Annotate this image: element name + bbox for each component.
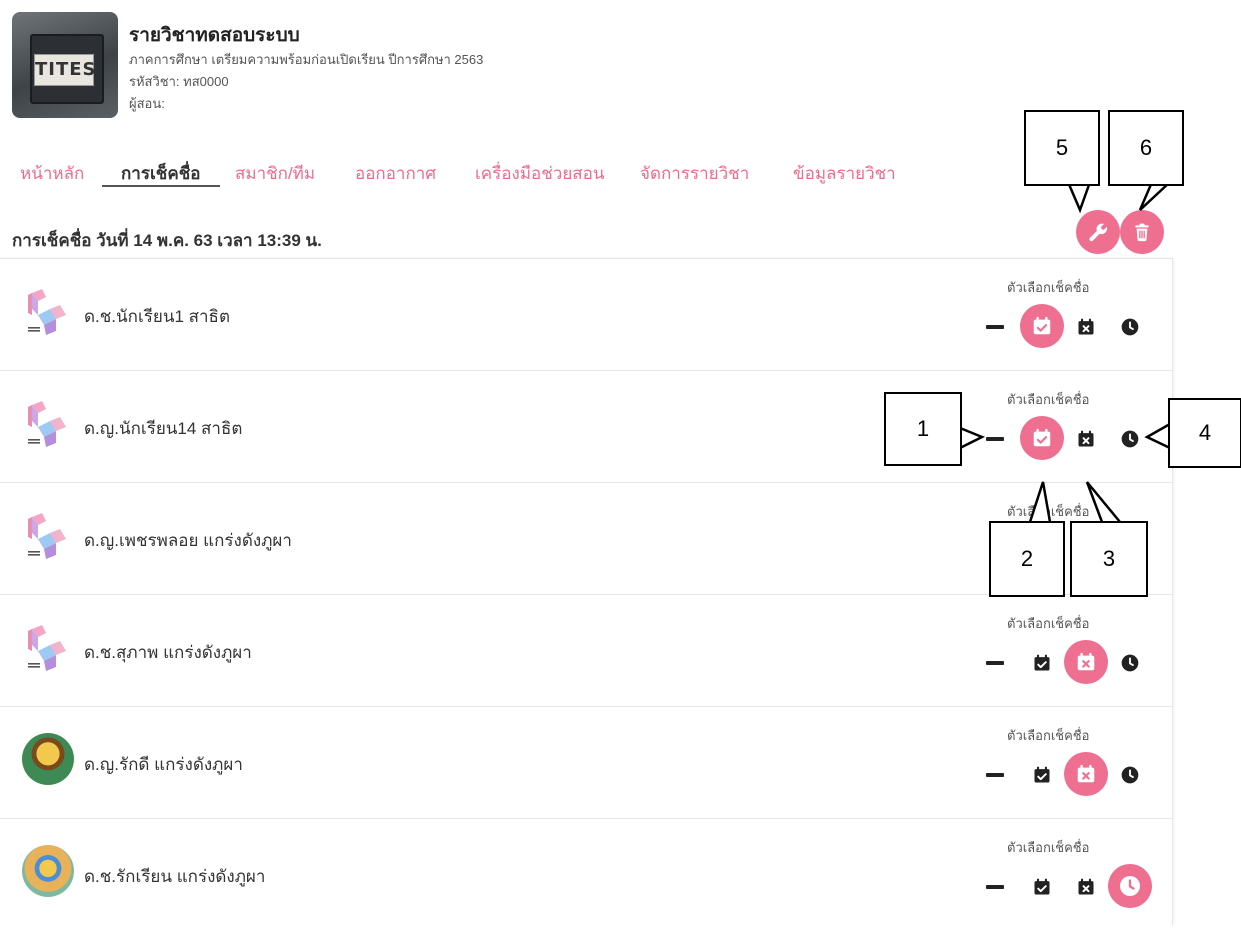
mark-late-button[interactable] bbox=[1112, 421, 1148, 457]
attendance-session-title: การเช็คชื่อ วันที่ 14 พ.ค. 63 เวลา 13:39… bbox=[12, 231, 322, 250]
student-name: ด.ญ.เพชรพลอย แกร่งดังภูผา bbox=[84, 531, 292, 550]
course-instructor: ผู้สอน: bbox=[129, 96, 165, 111]
clock-icon bbox=[1120, 653, 1140, 673]
callout-label: 1 bbox=[884, 392, 962, 466]
attendance-options-label: ตัวเลือกเช็คชื่อ bbox=[1007, 280, 1090, 295]
student-row: ด.ญ.นักเรียน14 สาธิต ตัวเลือกเช็คชื่อ bbox=[0, 371, 1172, 483]
student-name: ด.ช.สุภาพ แกร่งดังภูผา bbox=[84, 643, 252, 662]
mark-present-button[interactable] bbox=[1024, 757, 1060, 793]
thumbnail-logo: TITES bbox=[34, 54, 96, 86]
active-tab-underline bbox=[102, 185, 220, 187]
clock-icon bbox=[1120, 429, 1140, 449]
course-code: รหัสวิชา: ทส0000 bbox=[129, 74, 229, 89]
calendar-x-icon bbox=[1075, 651, 1097, 673]
mark-late-button[interactable] bbox=[1108, 864, 1152, 908]
mark-absent-button[interactable] bbox=[1064, 752, 1108, 796]
course-semester: ภาคการศึกษา เตรียมความพร้อมก่อนเปิดเรียน… bbox=[129, 52, 484, 67]
student-row: ด.ช.สุภาพ แกร่งดังภูผา ตัวเลือกเช็คชื่อ bbox=[0, 595, 1172, 707]
settings-button[interactable] bbox=[1076, 210, 1120, 254]
attendance-options-label: ตัวเลือกเช็คชื่อ bbox=[1007, 504, 1090, 519]
course-thumbnail: TITES bbox=[12, 12, 118, 118]
student-row: ด.ญ.รักดี แกร่งดังภูผา ตัวเลือกเช็คชื่อ bbox=[0, 707, 1172, 819]
callout-label: 6 bbox=[1108, 110, 1184, 186]
smart-school-logo-icon bbox=[22, 509, 74, 561]
clear-status-button[interactable] bbox=[977, 421, 1013, 457]
student-photo-avatar bbox=[22, 845, 74, 897]
calendar-x-icon bbox=[1076, 317, 1096, 337]
tab-manage-course[interactable]: จัดการรายวิชา bbox=[640, 160, 749, 187]
minus-icon bbox=[986, 773, 1004, 777]
calendar-check-icon bbox=[1031, 315, 1053, 337]
student-name: ด.ญ.รักดี แกร่งดังภูผา bbox=[84, 755, 243, 774]
clear-status-button[interactable] bbox=[977, 869, 1013, 905]
mark-absent-button[interactable] bbox=[1068, 309, 1104, 345]
calendar-check-icon bbox=[1032, 653, 1052, 673]
tab-broadcast[interactable]: ออกอากาศ bbox=[355, 160, 436, 187]
tab-course-info[interactable]: ข้อมูลรายวิชา bbox=[793, 160, 896, 187]
smart-school-logo-icon bbox=[22, 285, 74, 337]
callout-label: 5 bbox=[1024, 110, 1100, 186]
clock-icon bbox=[1118, 874, 1142, 898]
student-name: ด.ช.นักเรียน1 สาธิต bbox=[84, 307, 230, 326]
mark-late-button[interactable] bbox=[1112, 645, 1148, 681]
calendar-x-icon bbox=[1076, 877, 1096, 897]
attendance-options-label: ตัวเลือกเช็คชื่อ bbox=[1007, 616, 1090, 631]
clear-status-button[interactable] bbox=[977, 309, 1013, 345]
tab-home[interactable]: หน้าหลัก bbox=[20, 160, 84, 187]
callout-label: 4 bbox=[1168, 398, 1241, 468]
attendance-options-label: ตัวเลือกเช็คชื่อ bbox=[1007, 840, 1090, 855]
smart-school-logo-icon bbox=[22, 621, 74, 673]
tab-members[interactable]: สมาชิก/ทีม bbox=[235, 160, 315, 187]
delete-button[interactable] bbox=[1120, 210, 1164, 254]
student-row: ด.ช.รักเรียน แกร่งดังภูผา ตัวเลือกเช็คชื… bbox=[0, 819, 1172, 930]
student-name: ด.ญ.นักเรียน14 สาธิต bbox=[84, 419, 243, 438]
mark-absent-button[interactable] bbox=[1064, 640, 1108, 684]
mark-present-button[interactable] bbox=[1024, 645, 1060, 681]
calendar-x-icon bbox=[1075, 763, 1097, 785]
mark-present-button[interactable] bbox=[1020, 416, 1064, 460]
trash-icon bbox=[1135, 223, 1149, 242]
smart-school-logo-icon bbox=[22, 397, 74, 449]
mark-present-button[interactable] bbox=[1024, 869, 1060, 905]
mark-present-button[interactable] bbox=[1020, 304, 1064, 348]
mark-late-button[interactable] bbox=[1112, 757, 1148, 793]
wrench-icon bbox=[1089, 223, 1108, 242]
mark-absent-button[interactable] bbox=[1068, 421, 1104, 457]
student-row: ด.ช.นักเรียน1 สาธิต ตัวเลือกเช็คชื่อ bbox=[0, 259, 1172, 371]
student-photo-avatar bbox=[22, 733, 74, 785]
clear-status-button[interactable] bbox=[977, 757, 1013, 793]
minus-icon bbox=[986, 437, 1004, 441]
clock-icon bbox=[1120, 317, 1140, 337]
mark-absent-button[interactable] bbox=[1068, 869, 1104, 905]
clock-icon bbox=[1120, 765, 1140, 785]
tab-teaching-tools[interactable]: เครื่องมือช่วยสอน bbox=[475, 160, 605, 187]
attendance-options-label: ตัวเลือกเช็คชื่อ bbox=[1007, 392, 1090, 407]
mark-late-button[interactable] bbox=[1112, 309, 1148, 345]
minus-icon bbox=[986, 885, 1004, 889]
student-name: ด.ช.รักเรียน แกร่งดังภูผา bbox=[84, 867, 266, 886]
tab-attendance[interactable]: การเช็คชื่อ bbox=[121, 160, 200, 187]
calendar-check-icon bbox=[1032, 877, 1052, 897]
clear-status-button[interactable] bbox=[977, 645, 1013, 681]
course-title: รายวิชาทดสอบระบบ bbox=[129, 25, 300, 46]
calendar-x-icon bbox=[1076, 429, 1096, 449]
callout-label: 2 bbox=[989, 521, 1065, 597]
calendar-check-icon bbox=[1031, 427, 1053, 449]
attendance-options-label: ตัวเลือกเช็คชื่อ bbox=[1007, 728, 1090, 743]
minus-icon bbox=[986, 661, 1004, 665]
minus-icon bbox=[986, 325, 1004, 329]
calendar-check-icon bbox=[1032, 765, 1052, 785]
callout-label: 3 bbox=[1070, 521, 1148, 597]
